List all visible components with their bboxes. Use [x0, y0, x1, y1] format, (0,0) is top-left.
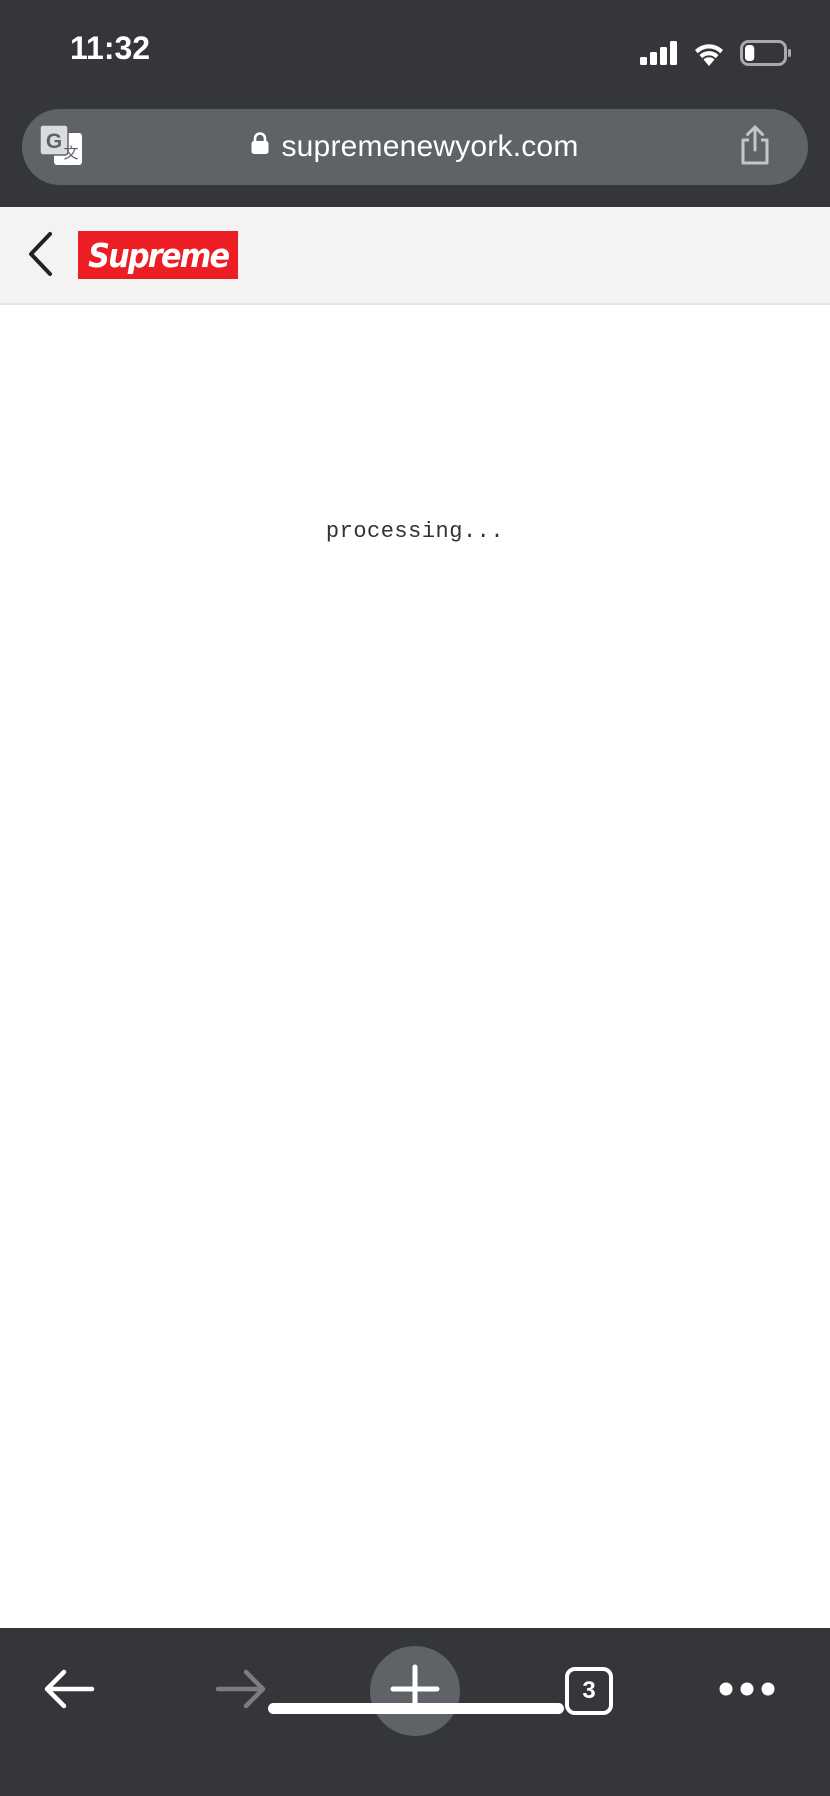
more-menu-button[interactable]	[702, 1646, 792, 1736]
status-time: 11:32	[70, 30, 151, 66]
arrow-left-icon	[42, 1667, 96, 1716]
tab-switcher-button[interactable]: 3	[544, 1646, 634, 1736]
battery-fill	[745, 45, 755, 61]
url-text: supremenewyork.com	[281, 130, 579, 163]
main-content: processing...	[0, 305, 830, 1628]
chevron-left-icon	[26, 231, 54, 282]
browser-top-chrome: 11:32 G 文 supremenewyork.com	[0, 0, 830, 207]
translate-icon: G 文	[38, 123, 84, 172]
lock-icon	[251, 132, 269, 159]
translate-button[interactable]: G 文	[36, 123, 86, 171]
share-icon	[739, 125, 771, 170]
svg-text:文: 文	[63, 144, 78, 162]
url-display: supremenewyork.com	[22, 109, 808, 185]
supreme-logo[interactable]: Supreme	[78, 231, 238, 279]
more-horizontal-icon	[718, 1681, 776, 1702]
logo-text: Supreme	[87, 235, 230, 275]
battery-icon	[740, 40, 792, 66]
status-icons	[640, 36, 792, 70]
back-button[interactable]	[24, 1646, 114, 1736]
new-tab-button[interactable]	[370, 1646, 460, 1736]
arrow-right-icon	[214, 1667, 268, 1716]
wifi-icon	[692, 40, 726, 66]
home-indicator[interactable]	[268, 1703, 564, 1714]
back-link[interactable]	[20, 229, 60, 283]
status-bar: 11:32	[0, 0, 830, 100]
site-header: Supreme	[0, 207, 830, 305]
cellular-signal-icon	[640, 41, 678, 65]
processing-text: processing...	[325, 519, 505, 544]
forward-button[interactable]	[196, 1646, 286, 1736]
share-button[interactable]	[730, 122, 780, 172]
address-bar[interactable]: G 文 supremenewyork.com	[22, 109, 808, 185]
tab-count: 3	[565, 1667, 613, 1715]
svg-text:G: G	[46, 130, 62, 153]
